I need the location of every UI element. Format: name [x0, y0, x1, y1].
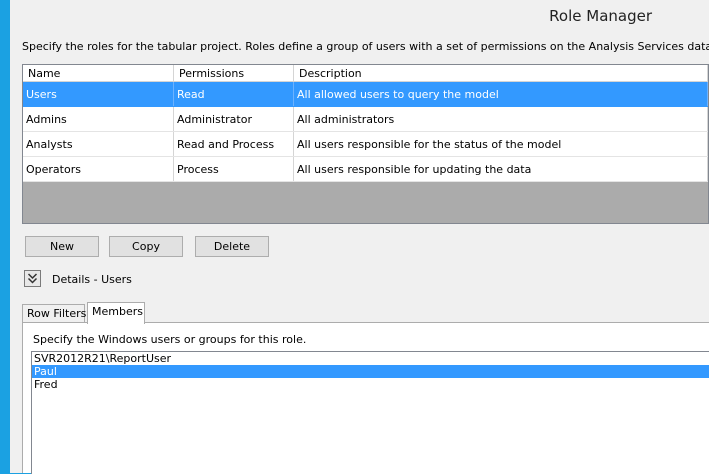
role-name-cell[interactable]: Admins — [23, 107, 174, 131]
tab-row-filters[interactable]: Row Filters — [22, 304, 86, 323]
role-permissions-cell[interactable]: Read — [174, 82, 294, 106]
role-permissions-cell[interactable]: Process — [174, 157, 294, 181]
role-manager-window: Role Manager Specify the roles for the t… — [10, 0, 709, 474]
role-description-cell[interactable]: All users responsible for the status of … — [294, 132, 708, 156]
role-row-operators[interactable]: Operators Process All users responsible … — [23, 157, 708, 182]
window-title: Role Manager — [549, 7, 652, 25]
role-row-users[interactable]: Users Read All allowed users to query th… — [23, 82, 708, 107]
role-description-cell[interactable]: All allowed users to query the model — [294, 82, 708, 106]
details-label: Details - Users — [52, 273, 132, 286]
role-description-cell[interactable]: All administrators — [294, 107, 708, 131]
copy-button[interactable]: Copy — [109, 236, 183, 257]
members-tab-panel: Specify the Windows users or groups for … — [22, 322, 709, 474]
roles-grid[interactable]: Name Permissions Description Users Read … — [22, 64, 709, 224]
role-row-analysts[interactable]: Analysts Read and Process All users resp… — [23, 132, 708, 157]
role-name-cell[interactable]: Analysts — [23, 132, 174, 156]
members-list[interactable]: SVR2012R21\ReportUser Paul Fred — [31, 351, 709, 474]
instructions-text: Specify the roles for the tabular projec… — [22, 40, 709, 53]
member-item[interactable]: Fred — [32, 378, 709, 391]
role-name-cell[interactable]: Users — [23, 82, 174, 106]
roles-grid-header: Name Permissions Description — [23, 65, 708, 82]
title-bar[interactable]: Role Manager — [10, 0, 709, 32]
role-permissions-cell[interactable]: Read and Process — [174, 132, 294, 156]
column-header-permissions[interactable]: Permissions — [174, 65, 294, 81]
double-chevron-down-icon[interactable] — [24, 270, 41, 287]
member-item[interactable]: SVR2012R21\ReportUser — [32, 352, 709, 365]
member-item[interactable]: Paul — [32, 365, 709, 378]
column-header-description[interactable]: Description — [294, 65, 708, 81]
column-header-name[interactable]: Name — [23, 65, 174, 81]
new-button[interactable]: New — [25, 236, 99, 257]
tab-members[interactable]: Members — [87, 302, 145, 324]
delete-button[interactable]: Delete — [195, 236, 269, 257]
role-row-admins[interactable]: Admins Administrator All administrators — [23, 107, 708, 132]
role-description-cell[interactable]: All users responsible for updating the d… — [294, 157, 708, 181]
role-name-cell[interactable]: Operators — [23, 157, 174, 181]
members-description: Specify the Windows users or groups for … — [33, 333, 307, 346]
role-permissions-cell[interactable]: Administrator — [174, 107, 294, 131]
